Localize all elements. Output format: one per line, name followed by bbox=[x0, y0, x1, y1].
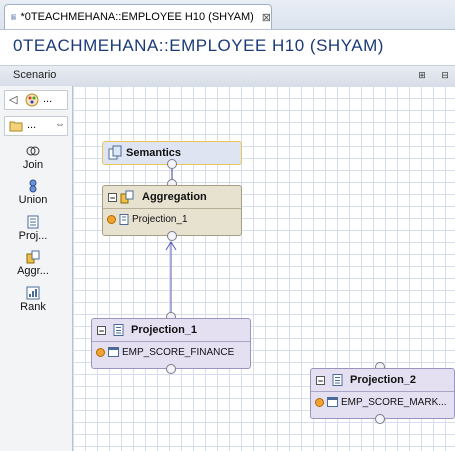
semantics-icon bbox=[108, 145, 122, 160]
palette-item-label: Aggr... bbox=[17, 265, 49, 277]
page-title: 0TEACHMEHANA::EMPLOYEE H10 (SHYAM) bbox=[13, 36, 384, 55]
input-bullet-icon bbox=[107, 214, 116, 224]
projection-icon bbox=[332, 373, 343, 386]
collapse-all-icon[interactable]: ⊟ bbox=[437, 68, 453, 82]
input-name: EMP_SCORE_FINANCE bbox=[122, 346, 235, 358]
editor-tab[interactable]: *0TEACHMEHANA::EMPLOYEE H10 (SHYAM) ⊠ bbox=[4, 4, 272, 29]
node-title: Projection_2 bbox=[350, 374, 417, 386]
projection-2-node[interactable]: − Projection_2 EMP_SCORE_MARK... bbox=[310, 368, 455, 419]
folder-icon bbox=[9, 121, 23, 132]
projection-icon bbox=[27, 215, 39, 229]
table-icon bbox=[108, 347, 119, 357]
palette-more[interactable]: ... bbox=[43, 93, 52, 105]
palette-item-label: Union bbox=[18, 194, 48, 206]
node-title: Semantics bbox=[126, 147, 182, 159]
calculation-view-icon bbox=[11, 14, 17, 20]
close-icon[interactable]: ⊠ bbox=[262, 11, 271, 24]
aggregation-node[interactable]: − Aggregation Projection_1 bbox=[102, 185, 242, 236]
aggregation-icon bbox=[26, 250, 40, 264]
palette-toolbar: ◁ ... bbox=[4, 90, 68, 110]
projection-1-node[interactable]: − Projection_1 EMP_SCORE_FINANCE bbox=[91, 318, 251, 369]
projection-2-input-port[interactable] bbox=[375, 414, 385, 424]
node-title: Aggregation bbox=[142, 191, 207, 203]
scenario-label: Scenario bbox=[13, 69, 57, 81]
projection-icon bbox=[113, 323, 124, 336]
drawer-toggle-icon[interactable]: ⇔ bbox=[55, 119, 65, 130]
rank-icon bbox=[26, 286, 40, 300]
aggregation-input-row[interactable]: Projection_1 bbox=[103, 208, 241, 229]
palette-item-join[interactable]: Join bbox=[0, 144, 66, 171]
palette-icon[interactable] bbox=[25, 93, 39, 107]
table-icon bbox=[327, 397, 338, 407]
semantics-input-port[interactable] bbox=[167, 159, 177, 169]
projection-1-input-row[interactable]: EMP_SCORE_FINANCE bbox=[92, 341, 250, 362]
scenario-canvas[interactable]: Semantics − Aggregation Projection_1 − P… bbox=[73, 86, 455, 451]
tab-title: *0TEACHMEHANA::EMPLOYEE H10 (SHYAM) bbox=[20, 11, 254, 23]
palette-item-label: Rank bbox=[20, 301, 46, 313]
scenario-bar: Scenario ⊞ ⊟ bbox=[0, 65, 455, 87]
collapse-toggle[interactable]: − bbox=[97, 325, 106, 335]
collapse-toggle[interactable]: − bbox=[316, 375, 325, 385]
back-arrow-icon[interactable]: ◁ bbox=[9, 93, 17, 106]
palette-item-projection[interactable]: Proj... bbox=[0, 215, 66, 242]
editor-tab-bar: *0TEACHMEHANA::EMPLOYEE H10 (SHYAM) ⊠ bbox=[0, 0, 455, 30]
projection-2-input-row[interactable]: EMP_SCORE_MARK... bbox=[311, 391, 454, 412]
aggregation-input-port[interactable] bbox=[167, 231, 177, 241]
palette-item-union[interactable]: Union bbox=[0, 179, 66, 206]
drawer-label: ... bbox=[27, 119, 37, 131]
input-bullet-icon bbox=[315, 397, 324, 407]
collapse-toggle[interactable]: − bbox=[108, 192, 117, 202]
projection-icon bbox=[119, 213, 129, 225]
palette-item-label: Join bbox=[22, 159, 44, 171]
input-name: Projection_1 bbox=[132, 213, 188, 225]
palette-item-aggregation[interactable]: Aggr... bbox=[0, 250, 66, 277]
join-icon bbox=[26, 146, 40, 156]
union-icon bbox=[29, 179, 37, 193]
palette-drawer[interactable]: ... ⇔ bbox=[4, 116, 68, 136]
node-title: Projection_1 bbox=[131, 324, 198, 336]
palette-item-label: Proj... bbox=[18, 230, 48, 242]
tool-palette: ◁ ... ... ⇔ Join Union Proj... Aggr... R… bbox=[0, 86, 73, 451]
palette-item-rank[interactable]: Rank bbox=[0, 286, 66, 313]
aggregation-icon bbox=[120, 190, 134, 204]
input-name: EMP_SCORE_MARK... bbox=[341, 396, 447, 408]
input-bullet-icon bbox=[96, 347, 105, 357]
expand-all-icon[interactable]: ⊞ bbox=[414, 68, 430, 82]
projection-1-input-port[interactable] bbox=[166, 364, 176, 374]
